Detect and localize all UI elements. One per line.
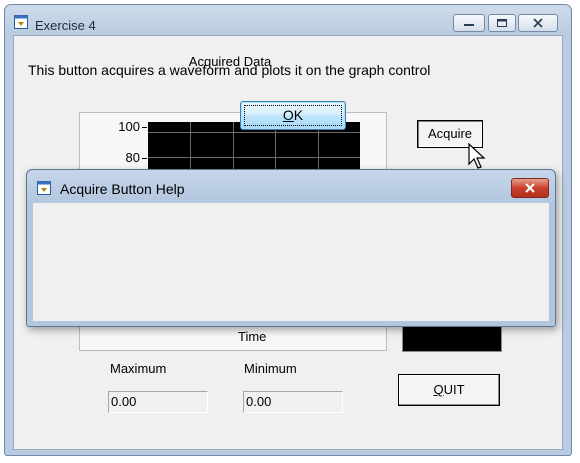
grid-line	[148, 132, 360, 133]
quit-mnemonic: Q	[433, 382, 444, 397]
app-window-icon	[37, 181, 51, 195]
ok-mnemonic: O	[282, 107, 294, 123]
quit-label-rest: UIT	[443, 382, 465, 397]
mouse-cursor-icon	[468, 142, 486, 169]
close-icon	[533, 18, 543, 28]
x-axis-label: Time	[238, 329, 267, 344]
y-tick-mark	[142, 158, 147, 159]
ok-label-rest: K	[293, 107, 304, 123]
ok-button[interactable]: OK	[240, 101, 346, 130]
main-titlebar[interactable]: Exercise 4	[5, 5, 571, 35]
maximum-label: Maximum	[110, 361, 167, 376]
dialog-close-button[interactable]	[511, 178, 549, 198]
dialog-title: Acquire Button Help	[60, 181, 185, 197]
window-title: Exercise 4	[35, 18, 96, 33]
grid-line	[148, 157, 360, 158]
minimize-icon	[464, 24, 474, 26]
y-tick-label: 80	[125, 150, 140, 165]
maximum-value-field: 0.00	[108, 391, 208, 413]
minimum-value-field: 0.00	[243, 391, 343, 413]
y-tick-mark	[142, 127, 147, 128]
close-icon	[525, 183, 535, 193]
help-dialog: Acquire Button Help	[26, 169, 556, 327]
dialog-message: This button acquires a waveform and plot…	[28, 62, 431, 78]
minimum-label: Minimum	[244, 361, 297, 376]
quit-button[interactable]: QUIT	[398, 374, 500, 406]
close-button[interactable]	[518, 14, 558, 32]
maximize-icon	[497, 19, 507, 27]
minimize-button[interactable]	[453, 14, 485, 32]
dialog-body	[33, 203, 549, 321]
y-tick-label: 100	[118, 119, 140, 134]
app-window-icon	[14, 15, 28, 29]
maximize-button[interactable]	[488, 14, 516, 32]
